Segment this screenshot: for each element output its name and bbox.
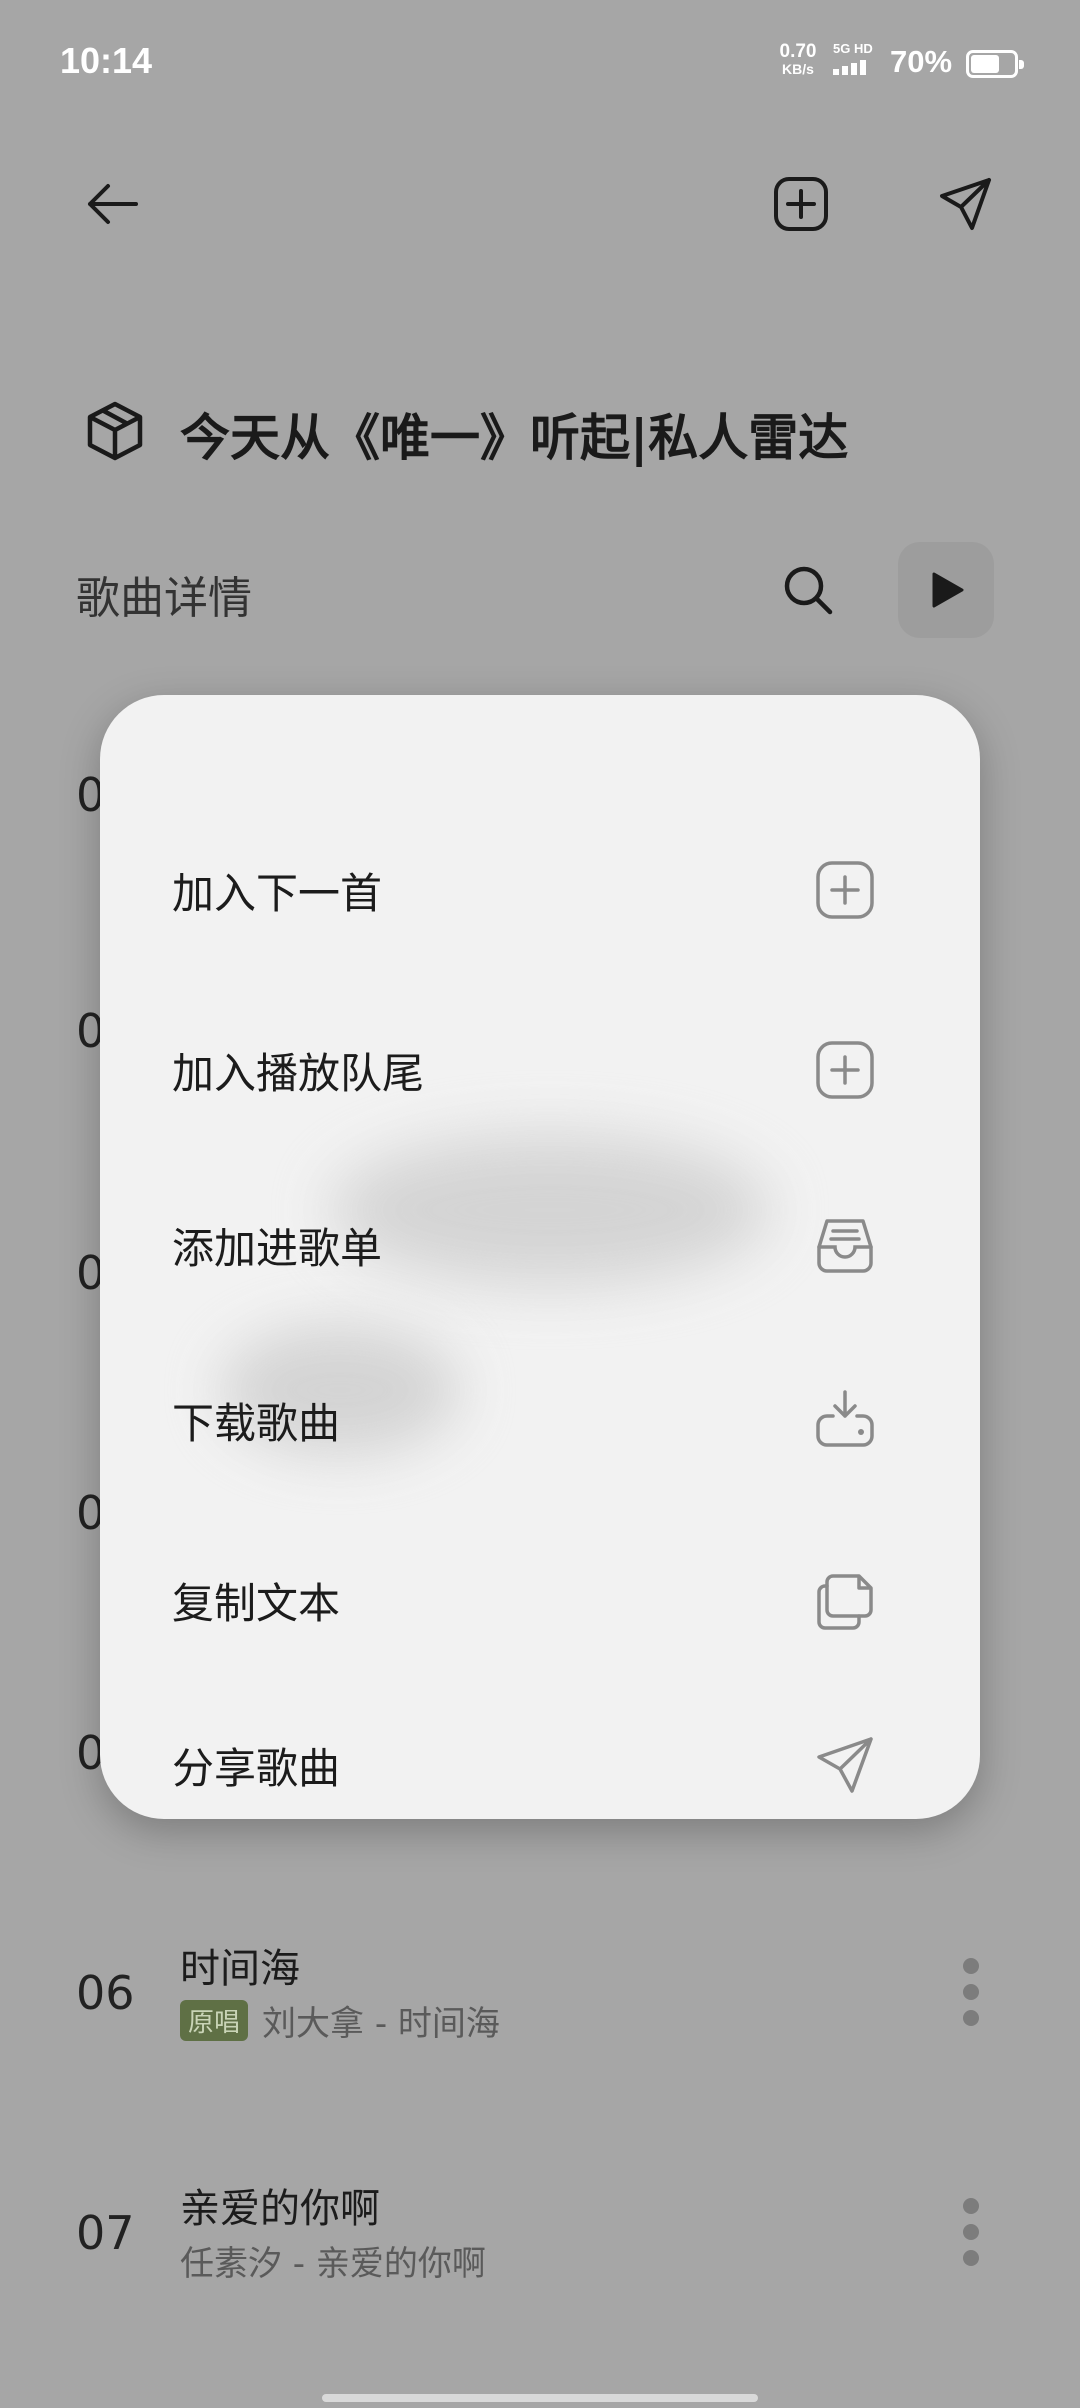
menu-item-play-next[interactable]: 加入下一首	[100, 830, 980, 950]
network-speed: 0.70 KB/s	[773, 42, 823, 77]
plus-square-icon	[810, 855, 880, 925]
status-time: 10:14	[60, 40, 153, 81]
menu-item-add-to-queue[interactable]: 加入播放队尾	[100, 1010, 980, 1130]
plus-square-icon	[810, 1035, 880, 1105]
send-icon	[940, 178, 991, 230]
menu-item-label: 加入播放队尾	[172, 1048, 425, 1098]
playlist-title: 今天从《唯一》听起|私人雷达	[180, 409, 849, 467]
menu-item-label: 分享歌曲	[172, 1743, 341, 1793]
more-dots-icon	[963, 2198, 979, 2214]
menu-item-label: 添加进歌单	[172, 1223, 383, 1273]
original-singer-badge: 原唱	[180, 2000, 249, 2041]
signal-indicator: 5G HD	[833, 42, 881, 75]
play-icon	[932, 572, 964, 608]
battery-percent: 70%	[890, 44, 953, 79]
plus-square-icon	[774, 177, 828, 231]
share-button[interactable]	[930, 168, 1002, 240]
menu-item-download[interactable]: 下载歌曲	[100, 1360, 980, 1480]
song-context-menu: 加入下一首 加入播放队尾 添加进歌单 下载歌曲 复制文本 分享歌曲	[100, 695, 980, 1819]
download-icon	[810, 1385, 880, 1455]
song-row[interactable]: 06 时间海 原唱 刘大拿 - 时间海	[0, 1920, 1080, 2080]
send-icon	[810, 1730, 880, 1800]
network-speed-unit: KB/s	[782, 61, 814, 77]
song-title: 亲爱的你啊	[180, 2186, 380, 2232]
song-title: 时间海	[180, 1946, 300, 1992]
song-artist-album: 任素汐 - 亲爱的你啊	[180, 2244, 486, 2284]
back-button[interactable]	[76, 168, 148, 240]
battery-fill	[971, 55, 1000, 73]
copy-icon	[810, 1565, 880, 1635]
song-subtitle: 原唱 刘大拿 - 时间海	[180, 1996, 500, 2045]
play-all-button[interactable]	[898, 542, 994, 638]
more-options-button[interactable]	[956, 1958, 986, 2026]
search-icon	[784, 566, 833, 615]
song-number: 06	[76, 1966, 135, 2020]
menu-item-add-to-playlist[interactable]: 添加进歌单	[100, 1185, 980, 1305]
battery-icon	[966, 50, 1024, 78]
menu-item-copy-text[interactable]: 复制文本	[100, 1540, 980, 1660]
menu-item-label: 加入下一首	[172, 868, 383, 918]
arrow-left-icon	[88, 184, 138, 224]
section-label: 歌曲详情	[76, 573, 252, 624]
more-options-button[interactable]	[956, 2198, 986, 2266]
song-artist-album: 刘大拿 - 时间海	[262, 2004, 500, 2044]
box-icon	[82, 398, 152, 468]
song-subtitle: 任素汐 - 亲爱的你啊	[180, 2236, 486, 2285]
more-dots-icon	[963, 1958, 979, 1974]
network-speed-value: 0.70	[779, 41, 817, 62]
menu-item-share[interactable]: 分享歌曲	[100, 1705, 980, 1819]
search-button[interactable]	[772, 554, 844, 626]
signal-bars-icon	[833, 60, 881, 75]
add-button[interactable]	[765, 168, 837, 240]
song-row[interactable]: 07 亲爱的你啊 任素汐 - 亲爱的你啊	[0, 2160, 1080, 2320]
home-indicator[interactable]	[322, 2394, 758, 2402]
menu-item-label: 复制文本	[172, 1578, 341, 1628]
menu-item-label: 下载歌曲	[172, 1398, 341, 1448]
inbox-tray-icon	[810, 1210, 880, 1280]
song-number: 07	[76, 2206, 135, 2260]
network-type: 5G HD	[833, 41, 873, 56]
